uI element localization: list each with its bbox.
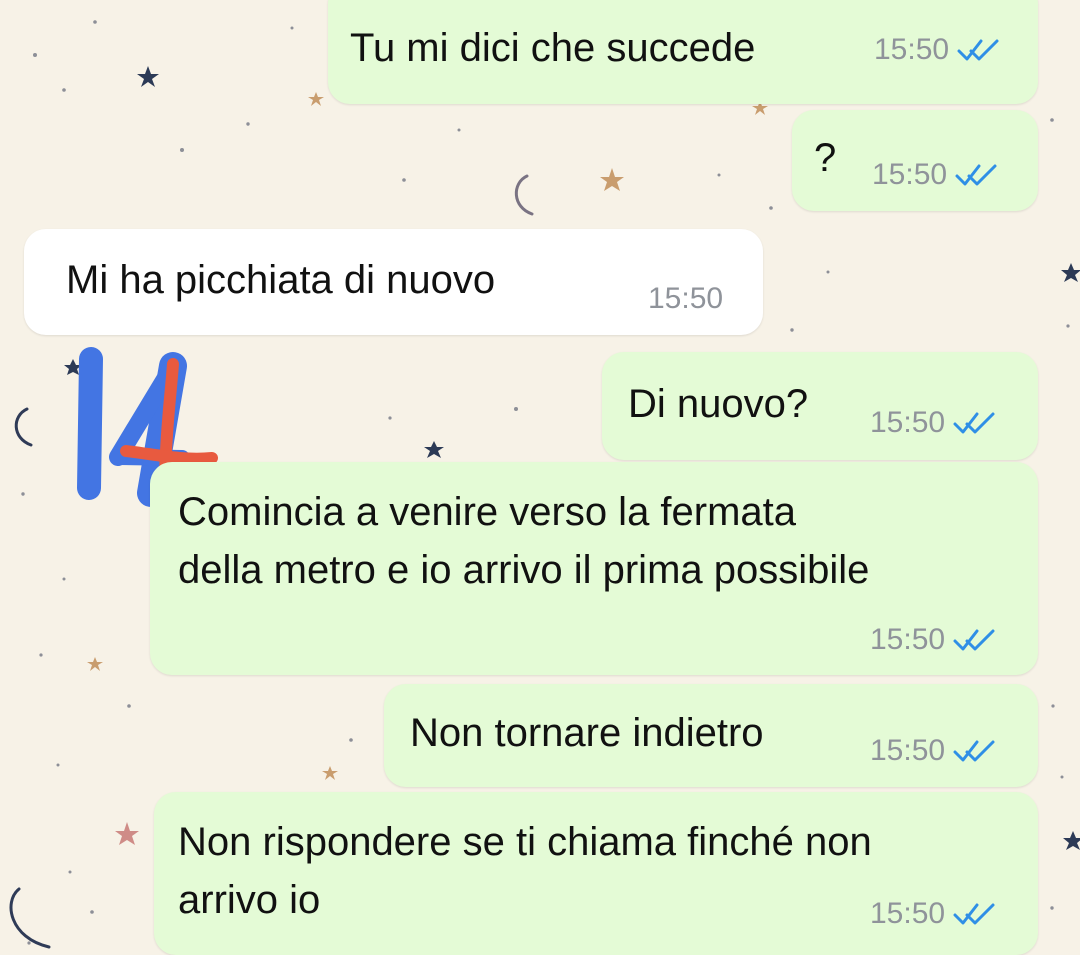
message-time: 15:50 (872, 158, 948, 191)
double-check-read-icon (953, 739, 997, 763)
double-check-read-icon (957, 38, 1001, 62)
message-time: 15:50 (648, 282, 724, 315)
dot-icon (68, 870, 72, 874)
message-time: 15:50 (870, 734, 946, 767)
dot-icon (39, 653, 43, 657)
star-icon (115, 822, 139, 845)
message-meta: 15:50 (870, 622, 997, 658)
message-text: Mi ha picchiata di nuovo (66, 258, 496, 302)
star-icon (1061, 263, 1080, 282)
dot-icon (33, 53, 37, 57)
message-text-line: della metro e io arrivo il prima possibi… (178, 548, 870, 592)
dot-icon (27, 941, 31, 945)
dot-icon (1050, 118, 1054, 122)
double-check-read-icon (953, 411, 997, 435)
message-meta: 15:50 (870, 896, 997, 932)
outgoing-message-bubble[interactable]: Non tornare indietro 15:50 (384, 684, 1038, 787)
dot-icon (62, 577, 66, 581)
message-text-line: arrivo io (178, 878, 321, 922)
dot-icon (290, 26, 294, 30)
dot-icon (457, 128, 461, 132)
message-time: 15:50 (870, 623, 946, 656)
dot-icon (180, 148, 184, 152)
star-icon (87, 657, 103, 671)
message-time: 15:50 (870, 897, 946, 930)
dot-icon (717, 173, 721, 177)
message-text-line: Comincia a venire verso la fermata (178, 490, 797, 534)
star-icon (424, 441, 444, 458)
message-text: Di nuovo? (628, 382, 809, 426)
dot-icon (56, 763, 60, 767)
dot-icon (246, 122, 250, 126)
message-text: Non tornare indietro (410, 711, 764, 755)
star-icon (137, 66, 159, 87)
message-time: 15:50 (874, 33, 950, 66)
star-icon (1063, 831, 1080, 850)
message-meta: 15:50 (874, 32, 1001, 68)
outgoing-message-bubble[interactable]: Non rispondere se ti chiama finché non a… (154, 792, 1038, 955)
message-time: 15:50 (870, 406, 946, 439)
double-check-read-icon (953, 902, 997, 926)
moon-icon (514, 174, 534, 216)
dot-icon (1051, 704, 1055, 708)
star-icon (600, 168, 624, 191)
message-meta: 15:50 (870, 405, 997, 441)
message-meta: 15:50 (872, 157, 999, 193)
dot-icon (21, 492, 25, 496)
message-text-line: Non rispondere se ti chiama finché non (178, 820, 872, 864)
message-meta: 15:50 (648, 281, 723, 317)
star-icon (64, 359, 82, 375)
dot-icon (349, 738, 353, 742)
outgoing-message-bubble[interactable]: Di nuovo? 15:50 (602, 352, 1038, 460)
incoming-message-bubble[interactable]: Mi ha picchiata di nuovo 15:50 (24, 229, 763, 335)
moon-icon (14, 407, 33, 447)
dot-icon (826, 270, 830, 274)
dot-icon (514, 407, 518, 411)
moon-icon (9, 887, 51, 949)
message-meta: 15:50 (870, 733, 997, 769)
dot-icon (769, 206, 773, 210)
dot-icon (1066, 324, 1070, 328)
dot-icon (790, 328, 794, 332)
dot-icon (388, 416, 392, 420)
dot-icon (1060, 775, 1064, 779)
double-check-read-icon (953, 628, 997, 652)
message-text: Tu mi dici che succede (350, 26, 756, 70)
star-icon (322, 766, 338, 780)
outgoing-message-bubble[interactable]: Tu mi dici che succede 15:50 (328, 0, 1038, 104)
dot-icon (62, 88, 66, 92)
double-check-read-icon (955, 163, 999, 187)
dot-icon (93, 20, 97, 24)
dot-icon (1050, 906, 1054, 910)
dot-icon (127, 704, 131, 708)
dot-icon (402, 178, 406, 182)
message-text: ? (814, 136, 837, 180)
outgoing-message-bubble[interactable]: ? 15:50 (792, 110, 1038, 211)
star-icon (308, 92, 324, 106)
outgoing-message-bubble[interactable]: Comincia a venire verso la fermata della… (150, 462, 1038, 675)
dot-icon (90, 910, 94, 914)
